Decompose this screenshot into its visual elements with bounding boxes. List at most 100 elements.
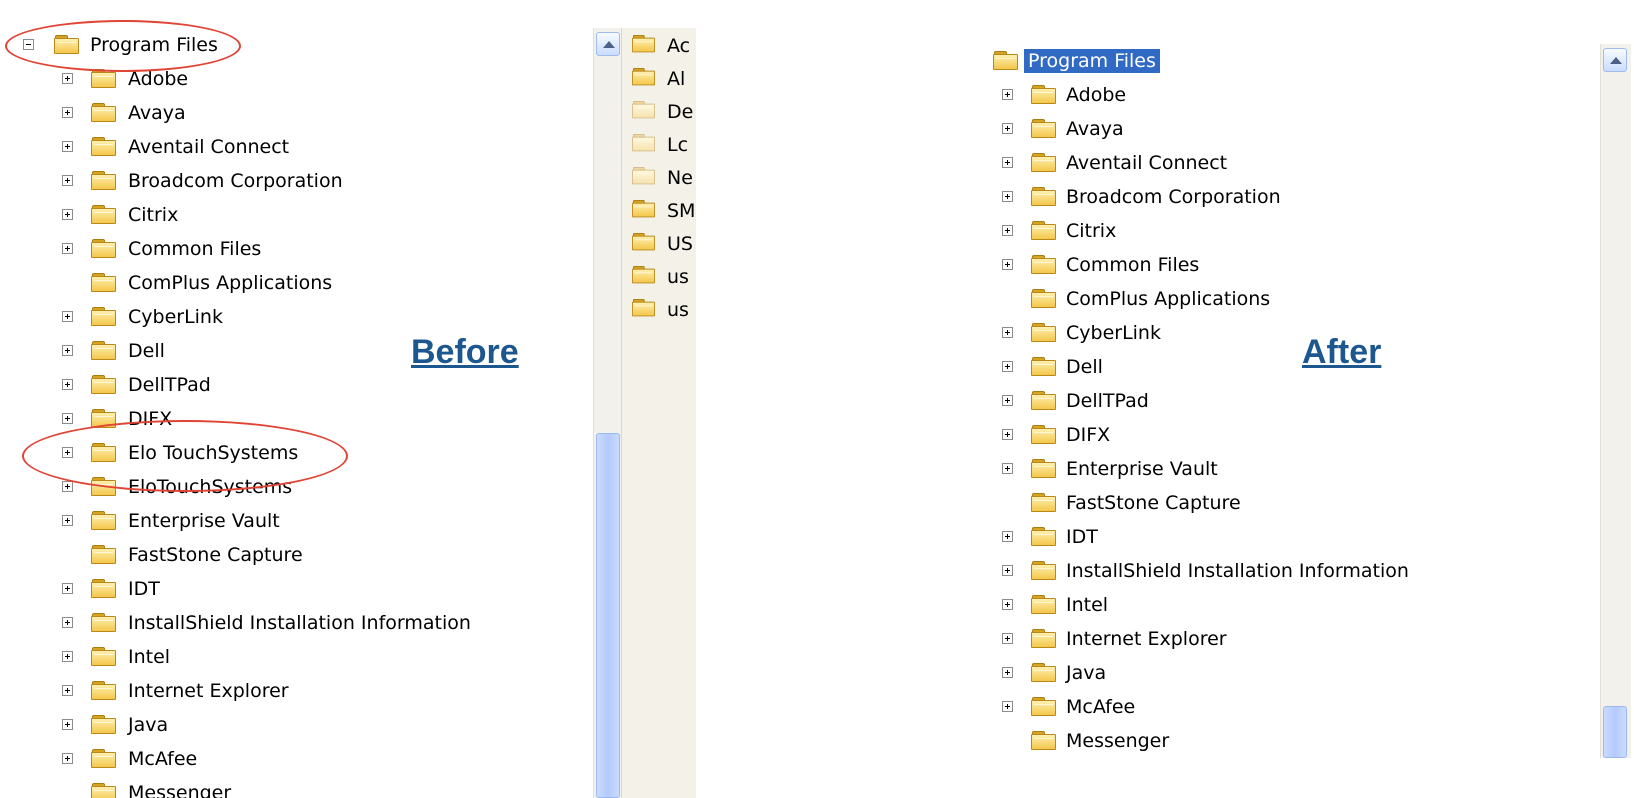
file-list-item[interactable]: Ne [622,160,696,193]
file-list-item[interactable]: us [622,292,696,325]
file-list-item[interactable]: De [622,94,696,127]
expand-toggle-icon[interactable] [62,175,73,186]
tree-item-label: FastStone Capture [1066,492,1241,514]
file-list-item[interactable]: US [622,226,696,259]
expand-toggle-icon[interactable] [62,107,73,118]
tree-item-label: FastStone Capture [128,544,303,566]
expand-toggle-icon[interactable] [62,413,73,424]
expand-toggle-icon[interactable] [1002,123,1013,134]
expand-toggle-icon[interactable] [62,515,73,526]
expand-toggle-icon[interactable] [1002,701,1013,712]
expand-toggle-icon[interactable] [1002,89,1013,100]
folder-icon [91,102,117,123]
expand-toggle-icon[interactable] [1002,191,1013,202]
tree-item-label: Common Files [1066,254,1200,276]
vertical-scrollbar-before[interactable] [593,28,622,798]
expand-toggle-icon[interactable] [62,141,73,152]
expand-toggle-icon[interactable] [62,311,73,322]
scroll-up-button[interactable] [1603,48,1627,72]
expand-toggle-icon[interactable] [62,243,73,254]
expand-toggle-icon[interactable] [1002,463,1013,474]
tree-item-label: Dell [128,340,165,362]
folder-icon [91,714,117,735]
expand-toggle-icon[interactable] [62,753,73,764]
folder-icon [632,298,656,317]
expand-toggle-icon[interactable] [1002,429,1013,440]
tree-item-label: Intel [128,646,171,668]
scroll-up-button[interactable] [596,32,620,56]
folder-icon [1031,118,1057,139]
file-list-item-label: Ne [667,167,693,189]
tree-item-label: Avaya [128,102,186,124]
folder-icon [91,238,117,259]
folder-icon [91,612,117,633]
file-list-item[interactable]: Lc [622,127,696,160]
tree-item-label: Messenger [128,782,232,798]
tree-item-label: McAfee [128,748,198,770]
tree-item-label: Internet Explorer [128,680,289,702]
folder-icon [1031,594,1057,615]
tree-item-label: Java [128,714,169,736]
expand-toggle-icon[interactable] [62,651,73,662]
tree-view-after[interactable]: Program Files Adobe Avaya Aventail Connect B… [980,44,1600,758]
file-list-item-label: US [667,233,693,255]
expand-toggle-icon[interactable] [1002,361,1013,372]
vertical-scrollbar-after[interactable] [1600,44,1631,758]
tree-item-label: IDT [128,578,160,600]
folder-icon [1031,458,1057,479]
file-list-item-label: SM [667,200,696,222]
folder-icon [632,133,656,152]
tree-item-label: CyberLink [128,306,223,328]
folder-icon [91,272,117,293]
tree-item-label: DellTPad [128,374,211,396]
expand-toggle-icon[interactable] [62,583,73,594]
expand-toggle-icon[interactable] [62,345,73,356]
expand-toggle-icon[interactable] [1002,157,1013,168]
folder-icon [91,748,117,769]
expand-toggle-icon[interactable] [1002,565,1013,576]
expand-toggle-icon[interactable] [62,379,73,390]
expand-toggle-icon[interactable] [62,73,73,84]
expand-toggle-icon[interactable] [62,719,73,730]
highlight-program-files-circle [5,20,241,72]
expand-toggle-icon[interactable] [1002,259,1013,270]
file-list-item-label: Ac [667,35,691,57]
expand-toggle-icon[interactable] [62,209,73,220]
expand-toggle-icon[interactable] [62,685,73,696]
tree-item-label: Enterprise Vault [1066,458,1218,480]
folder-icon [91,578,117,599]
folder-icon [1031,322,1057,343]
tree-item-label: Citrix [128,204,179,226]
expand-toggle-icon[interactable] [1002,225,1013,236]
file-list-item[interactable]: us [622,259,696,292]
scroll-thumb[interactable] [1603,706,1627,758]
folder-icon [1031,696,1057,717]
file-list-item-label: De [667,101,694,123]
tree-item-label: CyberLink [1066,322,1161,344]
file-list-item[interactable]: Al [622,61,696,94]
scroll-thumb[interactable] [596,433,620,798]
expand-toggle-icon[interactable] [1002,599,1013,610]
expand-toggle-icon[interactable] [1002,395,1013,406]
expand-toggle-icon[interactable] [62,617,73,628]
folder-icon [1031,526,1057,547]
expand-toggle-icon[interactable] [1002,667,1013,678]
expand-toggle-icon[interactable] [1002,531,1013,542]
folder-icon [1031,390,1057,411]
folder-icon [1031,356,1057,377]
file-list-item[interactable]: Ac [622,28,696,61]
tree-item-label: InstallShield Installation Information [1066,560,1409,582]
tree-item-label: Broadcom Corporation [128,170,343,192]
folder-icon [91,170,117,191]
expand-toggle-icon[interactable] [62,481,73,492]
folder-icon [91,306,117,327]
tree-view-before[interactable]: Program Files Adobe Avaya Aventail Connect B… [0,28,593,798]
folder-icon [1031,492,1057,513]
folder-icon [632,166,656,185]
file-list-item[interactable]: SM [622,193,696,226]
tree-item-label: Common Files [128,238,262,260]
tree-item-label: Program Files [1024,49,1160,73]
expand-toggle-icon[interactable] [1002,327,1013,338]
file-list-pane[interactable]: Ac Al De Lc Ne SM US us us [621,28,696,798]
expand-toggle-icon[interactable] [1002,633,1013,644]
